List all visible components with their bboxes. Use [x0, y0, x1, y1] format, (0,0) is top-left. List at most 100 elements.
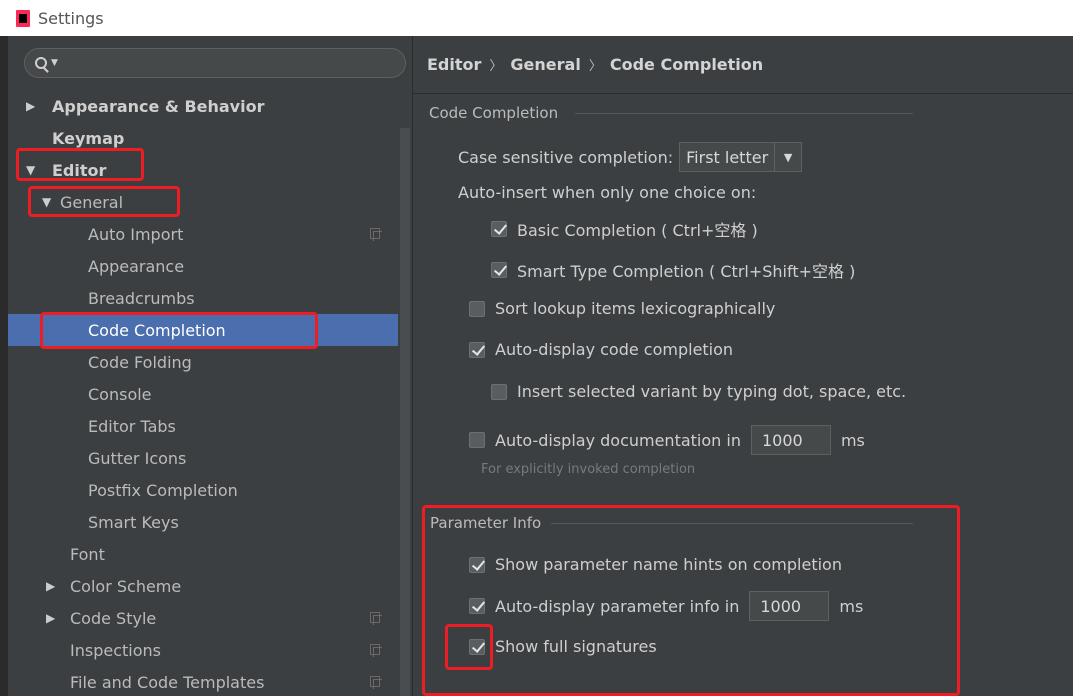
search-input[interactable]: ▼: [24, 48, 406, 78]
tree-item-label: Editor Tabs: [88, 416, 176, 436]
sort-lookup-checkbox[interactable]: Sort lookup items lexicographically: [469, 299, 775, 318]
window-title: Settings: [38, 8, 104, 28]
search-icon: [35, 57, 47, 69]
sidebar-scrollbar-thumb[interactable]: [400, 128, 410, 696]
tree-item-label: Keymap: [52, 128, 125, 148]
basic-completion-checkbox[interactable]: Basic Completion ( Ctrl+空格 ): [491, 217, 758, 241]
tree-item-label: Appearance: [88, 256, 185, 276]
case-sensitive-value: First letter: [680, 143, 776, 171]
auto-display-code-checkbox[interactable]: Auto-display code completion: [469, 340, 733, 359]
doc-delay-input[interactable]: 1000: [750, 425, 831, 455]
breadcrumb-item: Editor: [427, 55, 482, 74]
tree-item-breadcrumbs[interactable]: Breadcrumbs: [8, 282, 398, 314]
tree-item-gutter-icons[interactable]: Gutter Icons: [8, 442, 398, 474]
unit-label: ms: [840, 430, 865, 450]
tree-item-general[interactable]: ▼ General: [8, 186, 398, 218]
tree-item-console[interactable]: Console: [8, 378, 398, 410]
tree-item-code-folding[interactable]: Code Folding: [8, 346, 398, 378]
tree-item-keymap[interactable]: Keymap: [8, 122, 398, 154]
tree-item-label: Smart Keys: [88, 512, 179, 532]
checkbox-unchecked-icon[interactable]: [469, 432, 485, 448]
tree-item-font[interactable]: Font: [8, 538, 398, 570]
checkbox-checked-icon[interactable]: [491, 221, 507, 237]
case-sensitive-dropdown[interactable]: First letter ▼: [679, 142, 803, 172]
breadcrumb-item: General: [510, 55, 581, 74]
checkbox-label: Auto-display parameter info in: [495, 596, 740, 616]
project-scope-icon: [370, 644, 382, 657]
tree-item-label: Editor: [52, 160, 107, 180]
tree-item-label: File and Code Templates: [70, 672, 265, 692]
tree-item-editor-tabs[interactable]: Editor Tabs: [8, 410, 398, 442]
checkbox-unchecked-icon[interactable]: [469, 300, 485, 317]
tree-item-label: Postfix Completion: [88, 480, 238, 500]
checkbox-checked-icon[interactable]: [469, 638, 485, 655]
tree-item-label: Appearance & Behavior: [52, 96, 265, 116]
settings-panel: Editor 〉 General 〉 Code Completion Code Comp…: [413, 36, 1073, 696]
checkbox-label: Show full signatures: [495, 637, 657, 656]
chevron-down-icon: ▼: [783, 150, 793, 164]
breadcrumb-item: Code Completion: [609, 55, 764, 74]
checkbox-label: Insert selected variant by typing dot, s…: [517, 382, 907, 401]
expand-arrow-icon[interactable]: ▶: [46, 579, 70, 593]
app-logo-icon: [16, 9, 30, 27]
tree-item-smart-keys[interactable]: Smart Keys: [8, 506, 398, 538]
group-divider: [551, 523, 913, 524]
checkbox-label: Basic Completion ( Ctrl+空格 ): [517, 221, 758, 240]
collapse-arrow-icon[interactable]: ▼: [42, 195, 60, 209]
left-edge-strip: [0, 36, 8, 696]
group-title-parameter-info: Parameter Info: [430, 514, 542, 532]
tree-item-label: Auto Import: [88, 224, 184, 244]
case-sensitive-label: Case sensitive completion:: [458, 147, 674, 167]
auto-display-param-row: Auto-display parameter info in 1000 ms: [469, 591, 863, 621]
chevron-down-icon: ▼: [51, 58, 58, 68]
tree-item-label: Code Folding: [88, 352, 192, 372]
checkbox-unchecked-icon[interactable]: [491, 383, 507, 400]
tree-item-label: Font: [70, 544, 105, 564]
checkbox-checked-icon[interactable]: [469, 556, 485, 573]
case-sensitive-row: Case sensitive completion: First letter …: [458, 142, 803, 172]
checkbox-label: Auto-display code completion: [495, 340, 734, 359]
breadcrumb-separator-icon: 〉: [588, 59, 602, 74]
param-delay-input[interactable]: 1000: [749, 591, 830, 621]
tree-item-postfix-completion[interactable]: Postfix Completion: [8, 474, 398, 506]
checkbox-checked-icon[interactable]: [491, 262, 507, 278]
auto-display-doc-row: Auto-display documentation in 1000 ms: [469, 425, 865, 455]
doc-hint-text: For explicitly invoked completion: [481, 462, 696, 477]
project-scope-icon: [370, 228, 382, 241]
project-scope-icon: [370, 612, 382, 625]
settings-sidebar: ▼ ▶ Appearance & Behavior Keymap ▼ Edito…: [8, 36, 412, 696]
tree-item-file-and-code-templates[interactable]: File and Code Templates: [8, 666, 398, 696]
checkbox-checked-icon[interactable]: [469, 598, 485, 614]
tree-item-label: Console: [88, 384, 152, 404]
title-bar: Settings: [0, 0, 1073, 36]
tree-item-label: Gutter Icons: [88, 448, 187, 468]
checkbox-label: Sort lookup items lexicographically: [495, 299, 776, 318]
tree-item-appearance[interactable]: Appearance: [8, 250, 398, 282]
collapse-arrow-icon[interactable]: ▼: [26, 163, 44, 177]
tree-item-code-completion[interactable]: Code Completion: [8, 314, 398, 346]
tree-item-inspections[interactable]: Inspections: [8, 634, 398, 666]
project-scope-icon: [370, 676, 382, 689]
checkbox-label: Auto-display documentation in: [495, 430, 741, 450]
unit-label: ms: [839, 596, 864, 616]
breadcrumb-separator-icon: 〉: [489, 59, 503, 74]
expand-arrow-icon[interactable]: ▶: [26, 99, 44, 113]
group-title-code-completion: Code Completion: [429, 104, 559, 122]
show-full-signatures-checkbox[interactable]: Show full signatures: [469, 637, 657, 656]
tree-item-appearance-behavior[interactable]: ▶ Appearance & Behavior: [8, 90, 398, 122]
settings-tree: ▶ Appearance & Behavior Keymap ▼ Editor …: [8, 90, 398, 696]
checkbox-label: Show parameter name hints on completion: [495, 555, 842, 574]
insert-selected-checkbox[interactable]: Insert selected variant by typing dot, s…: [491, 382, 906, 401]
tree-item-auto-import[interactable]: Auto Import: [8, 218, 398, 250]
checkbox-checked-icon[interactable]: [469, 341, 485, 358]
tree-item-color-scheme[interactable]: ▶ Color Scheme: [8, 570, 398, 602]
tree-item-editor[interactable]: ▼ Editor: [8, 154, 398, 186]
show-param-hints-checkbox[interactable]: Show parameter name hints on completion: [469, 555, 842, 574]
expand-arrow-icon[interactable]: ▶: [46, 611, 70, 625]
checkbox-label: Smart Type Completion ( Ctrl+Shift+空格 ): [517, 262, 856, 281]
tree-item-label: Color Scheme: [70, 576, 182, 596]
auto-insert-label: Auto-insert when only one choice on:: [458, 183, 757, 202]
group-divider: [575, 113, 913, 114]
tree-item-code-style[interactable]: ▶ Code Style: [8, 602, 398, 634]
smart-type-completion-checkbox[interactable]: Smart Type Completion ( Ctrl+Shift+空格 ): [491, 258, 855, 282]
